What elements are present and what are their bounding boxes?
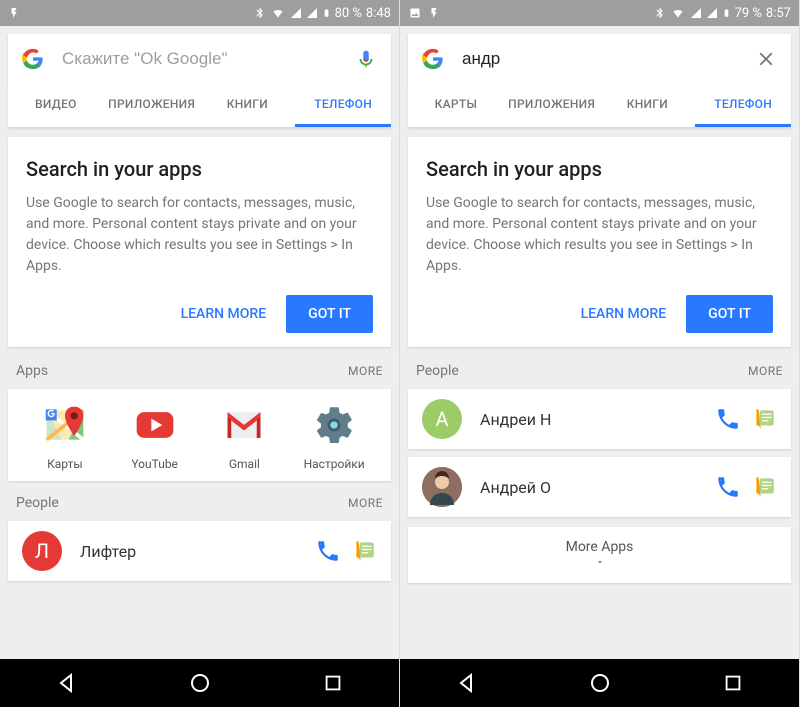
app-settings[interactable]: Настройки <box>294 403 374 471</box>
person-name: Андрей О <box>480 478 715 497</box>
app-youtube[interactable]: YouTube <box>115 403 195 471</box>
bluetooth-icon <box>654 6 666 20</box>
people-header-label: People <box>416 363 459 379</box>
bluetooth-icon <box>254 6 266 20</box>
mic-icon[interactable] <box>355 48 377 70</box>
back-button[interactable] <box>55 671 79 695</box>
close-icon[interactable] <box>755 48 777 70</box>
card-title: Search in your apps <box>426 157 773 181</box>
phone-right: 79 % 8:57 КАРТЫ ПРИЛОЖЕНИЯ КНИГИ ТЕЛЕФОН… <box>400 0 800 707</box>
got-it-button[interactable]: GOT IT <box>286 295 373 333</box>
youtube-icon <box>133 403 177 447</box>
tab-apps[interactable]: ПРИЛОЖЕНИЯ <box>104 84 200 127</box>
flash-icon <box>8 7 20 19</box>
info-card: Search in your apps Use Google to search… <box>408 137 791 347</box>
app-label: YouTube <box>131 457 178 471</box>
wifi-icon <box>270 7 286 19</box>
phone-icon[interactable] <box>315 538 341 564</box>
card-body: Use Google to search for contacts, messa… <box>426 193 773 277</box>
apps-header-label: Apps <box>16 363 48 379</box>
tab-video[interactable]: ВИДЕО <box>8 84 104 127</box>
app-label: Настройки <box>304 457 365 471</box>
battery-icon <box>722 6 731 20</box>
status-bar: 80 % 8:48 <box>0 0 399 26</box>
settings-icon <box>312 403 356 447</box>
avatar: Л <box>22 531 62 571</box>
search-input[interactable] <box>62 49 355 69</box>
more-apps-button[interactable]: More Apps <box>408 527 791 583</box>
clock-time: 8:57 <box>766 6 791 21</box>
home-button[interactable] <box>588 671 612 695</box>
tab-apps[interactable]: ПРИЛОЖЕНИЯ <box>504 84 600 127</box>
message-icon[interactable] <box>751 406 777 432</box>
person-name: Андреи Н <box>480 410 715 429</box>
signal-icon <box>690 7 702 19</box>
recent-button[interactable] <box>722 672 744 694</box>
avatar: А <box>422 399 462 439</box>
signal-icon <box>290 7 302 19</box>
apps-row: Карты YouTube Gmail Настройки <box>8 389 391 481</box>
tabs: КАРТЫ ПРИЛОЖЕНИЯ КНИГИ ТЕЛЕФОН <box>408 84 791 127</box>
search-input[interactable] <box>462 49 755 69</box>
clock-time: 8:48 <box>366 6 391 21</box>
message-icon[interactable] <box>751 474 777 500</box>
people-header-label: People <box>16 495 59 511</box>
back-button[interactable] <box>455 671 479 695</box>
more-apps-label: More Apps <box>420 539 779 555</box>
person-row[interactable]: Андрей О <box>408 457 791 517</box>
signal-icon <box>306 7 318 19</box>
avatar <box>422 467 462 507</box>
got-it-button[interactable]: GOT IT <box>686 295 773 333</box>
nav-bar <box>400 659 799 707</box>
wifi-icon <box>670 7 686 19</box>
app-label: Gmail <box>229 457 260 471</box>
person-row[interactable]: А Андреи Н <box>408 389 791 449</box>
learn-more-button[interactable]: LEARN MORE <box>173 296 275 332</box>
person-name: Лифтер <box>80 542 315 561</box>
search-bar[interactable] <box>8 34 391 84</box>
chevron-down-icon <box>591 557 609 567</box>
tab-maps[interactable]: КАРТЫ <box>408 84 504 127</box>
tab-books[interactable]: КНИГИ <box>200 84 296 127</box>
people-more-button[interactable]: MORE <box>748 364 783 378</box>
image-icon <box>408 7 422 19</box>
gmail-icon <box>222 403 266 447</box>
tab-books[interactable]: КНИГИ <box>600 84 696 127</box>
apps-more-button[interactable]: MORE <box>348 364 383 378</box>
tabs: ВИДЕО ПРИЛОЖЕНИЯ КНИГИ ТЕЛЕФОН <box>8 84 391 127</box>
learn-more-button[interactable]: LEARN MORE <box>573 296 675 332</box>
tab-phone[interactable]: ТЕЛЕФОН <box>295 84 391 127</box>
nav-bar <box>0 659 399 707</box>
phone-icon[interactable] <box>715 406 741 432</box>
recent-button[interactable] <box>322 672 344 694</box>
app-maps[interactable]: Карты <box>25 403 105 471</box>
app-label: Карты <box>47 457 83 471</box>
signal-icon <box>706 7 718 19</box>
maps-icon <box>43 403 87 447</box>
phone-left: 80 % 8:48 ВИДЕО ПРИЛОЖЕНИЯ КНИГИ ТЕЛЕФОН… <box>0 0 400 707</box>
phone-icon[interactable] <box>715 474 741 500</box>
message-icon[interactable] <box>351 538 377 564</box>
card-title: Search in your apps <box>26 157 373 181</box>
people-header: People MORE <box>400 357 799 385</box>
home-button[interactable] <box>188 671 212 695</box>
status-bar: 79 % 8:57 <box>400 0 799 26</box>
google-logo-icon <box>422 48 444 70</box>
battery-percent: 79 % <box>735 6 762 21</box>
battery-percent: 80 % <box>335 6 362 21</box>
google-logo-icon <box>22 48 44 70</box>
card-body: Use Google to search for contacts, messa… <box>26 193 373 277</box>
people-header: People MORE <box>0 489 399 517</box>
app-gmail[interactable]: Gmail <box>204 403 284 471</box>
tab-phone[interactable]: ТЕЛЕФОН <box>695 84 791 127</box>
people-more-button[interactable]: MORE <box>348 496 383 510</box>
flash-icon <box>428 7 440 19</box>
person-row[interactable]: Л Лифтер <box>8 521 391 581</box>
apps-header: Apps MORE <box>0 357 399 385</box>
search-bar[interactable] <box>408 34 791 84</box>
battery-icon <box>322 6 331 20</box>
info-card: Search in your apps Use Google to search… <box>8 137 391 347</box>
